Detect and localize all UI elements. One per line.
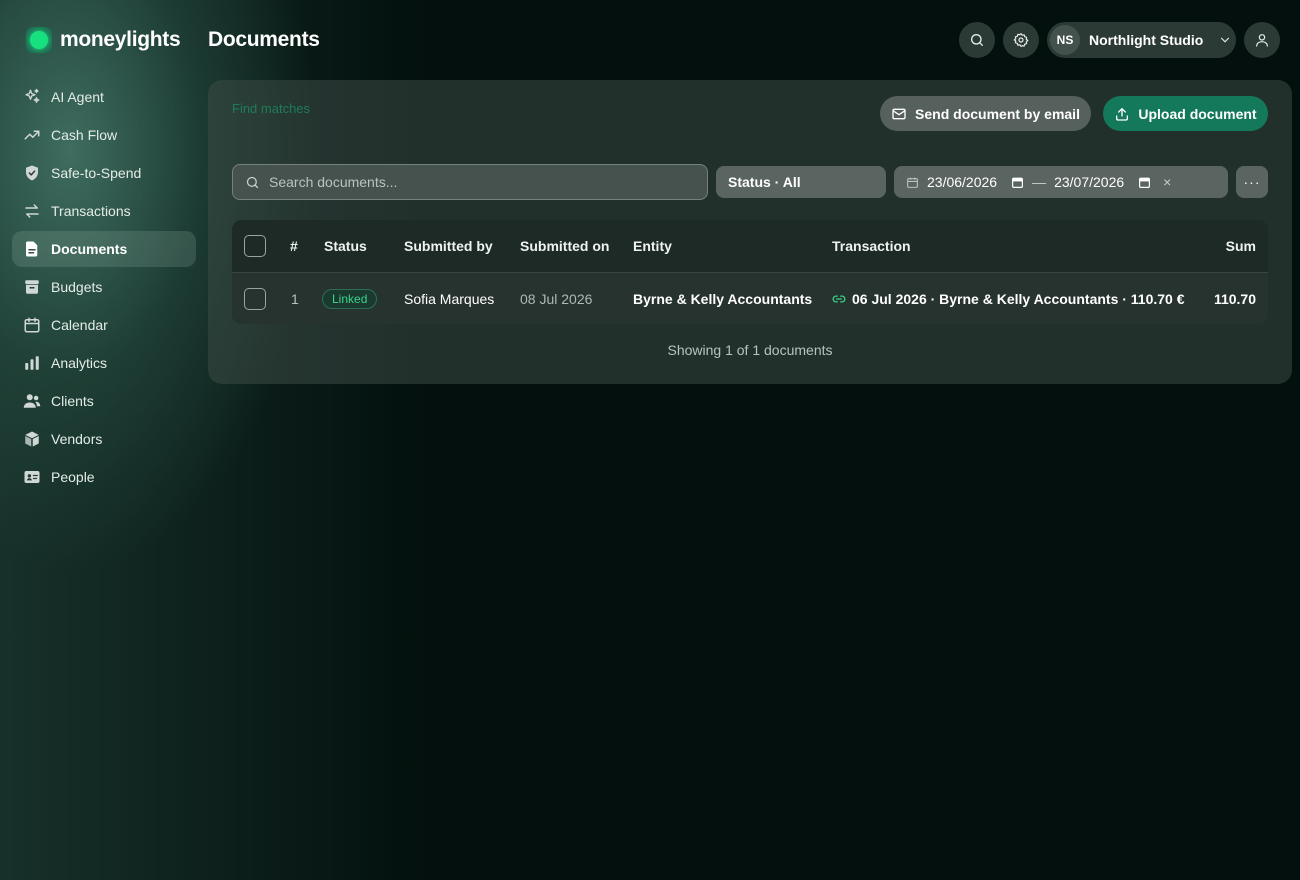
column-header-sum[interactable]: Sum (1226, 238, 1256, 254)
submitted-by-cell: Sofia Marques (404, 290, 495, 307)
column-header-submitted-on[interactable]: Submitted on (520, 238, 609, 254)
entity-cell: Byrne & Kelly Accountants (633, 290, 813, 307)
date-picker-icon[interactable] (1138, 176, 1151, 189)
transaction-label: 06 Jul 2026 · Byrne & Kelly Accountants … (852, 290, 1185, 307)
upload-document-button[interactable]: Upload document (1103, 96, 1268, 131)
calendar-icon (907, 177, 918, 188)
date-picker-icon[interactable] (1011, 176, 1024, 189)
users-icon (23, 394, 41, 408)
link-icon (832, 294, 846, 303)
column-header-status[interactable]: Status (324, 238, 367, 254)
send-document-by-email-button[interactable]: Send document by email (880, 96, 1091, 131)
sidebar-item-label: Safe-to-Spend (51, 165, 142, 181)
user-profile-button[interactable] (1244, 22, 1280, 58)
sidebar-nav: AI Agent Cash Flow Safe-to-Spend Transac… (12, 79, 196, 497)
date-range-separator: — (1032, 174, 1047, 190)
sidebar-item-cash-flow[interactable]: Cash Flow (12, 117, 196, 153)
sidebar-item-ai-agent[interactable]: AI Agent (12, 79, 196, 115)
chevron-down-icon (1221, 37, 1230, 43)
sidebar-item-vendors[interactable]: Vendors (12, 421, 196, 457)
app-name: moneylights (60, 28, 181, 51)
sidebar-item-label: Transactions (51, 203, 131, 219)
sidebar-item-people[interactable]: People (12, 459, 196, 495)
sidebar-item-label: Calendar (51, 317, 108, 333)
sidebar-item-clients[interactable]: Clients (12, 383, 196, 419)
sidebar-item-label: People (51, 469, 95, 485)
date-to-input[interactable]: 23/07/2026 (1054, 174, 1124, 190)
logo-mark-icon (26, 27, 52, 53)
sidebar-item-transactions[interactable]: Transactions (12, 193, 196, 229)
archive-icon (25, 280, 39, 294)
select-all-checkbox[interactable] (244, 235, 266, 257)
documents-card: Find matches Send document by email Uplo… (208, 80, 1292, 384)
sidebar-item-calendar[interactable]: Calendar (12, 307, 196, 343)
column-header-submitted-by[interactable]: Submitted by (404, 238, 493, 254)
row-index: 1 (291, 290, 299, 307)
sidebar-item-analytics[interactable]: Analytics (12, 345, 196, 381)
sidebar-item-label: AI Agent (51, 89, 104, 105)
clear-date-button[interactable]: × (1163, 174, 1171, 190)
sidebar-item-label: Vendors (51, 431, 103, 447)
upload-icon (1116, 107, 1129, 121)
sidebar-item-label: Clients (51, 393, 94, 409)
search-icon (246, 176, 259, 188)
sidebar-item-label: Analytics (51, 355, 108, 371)
more-options-button[interactable]: ··· (1236, 166, 1268, 198)
trend-up-icon (24, 130, 40, 140)
sidebar-item-budgets[interactable]: Budgets (12, 269, 196, 305)
sidebar-item-safe-to-spend[interactable]: Safe-to-Spend (12, 155, 196, 191)
column-header-index: # (290, 238, 298, 254)
search-icon (971, 34, 983, 46)
status-badge: Linked (322, 288, 378, 309)
row-checkbox[interactable] (244, 287, 266, 310)
documents-table: # Status Submitted by Submitted on Entit… (232, 220, 1268, 324)
calendar-icon (24, 317, 40, 333)
sidebar-item-documents[interactable]: Documents (12, 231, 196, 267)
search-button[interactable] (959, 22, 995, 58)
user-icon (1256, 34, 1268, 47)
date-from-input[interactable]: 23/06/2026 (927, 174, 997, 190)
document-icon (26, 241, 38, 257)
org-avatar: NS (1050, 25, 1080, 55)
page-title: Documents (208, 28, 320, 51)
sidebar-item-label: Cash Flow (51, 127, 118, 143)
app-logo[interactable]: moneylights (26, 27, 181, 53)
mail-icon (892, 108, 906, 119)
sidebar-item-label: Budgets (51, 279, 103, 295)
cube-icon (25, 431, 39, 447)
sparkles-icon (25, 88, 40, 103)
id-card-icon (24, 471, 40, 483)
upload-label: Upload document (1138, 105, 1257, 122)
table-row[interactable]: 1 Linked Sofia Marques 08 Jul 2026 Byrne… (232, 272, 1268, 324)
shield-check-icon (26, 165, 38, 181)
table-header-row: # Status Submitted by Submitted on Entit… (232, 220, 1268, 272)
sum-cell: 110.70 (1213, 290, 1256, 307)
search-input[interactable] (269, 174, 689, 190)
organization-switcher[interactable]: NS Northlight Studio (1047, 22, 1236, 58)
transaction-cell[interactable]: 06 Jul 2026 · Byrne & Kelly Accountants … (832, 291, 1185, 307)
settings-button[interactable] (1003, 22, 1039, 58)
send-email-label: Send document by email (915, 105, 1080, 122)
find-matches-link[interactable]: Find matches (232, 101, 310, 116)
gear-icon (1013, 33, 1029, 47)
date-range-filter: 23/06/2026 — 23/07/2026 × (894, 166, 1228, 198)
column-header-transaction[interactable]: Transaction (832, 238, 911, 254)
status-filter-select[interactable]: Status · All (716, 166, 886, 198)
column-header-entity[interactable]: Entity (633, 238, 672, 254)
submitted-on-cell: 08 Jul 2026 (520, 290, 593, 307)
arrows-swap-icon (25, 204, 39, 218)
sidebar-item-label: Documents (51, 241, 128, 257)
bar-chart-icon (25, 356, 39, 370)
pagination-summary: Showing 1 of 1 documents (667, 342, 833, 358)
org-name: Northlight Studio (1089, 32, 1204, 48)
search-field[interactable] (232, 164, 708, 200)
